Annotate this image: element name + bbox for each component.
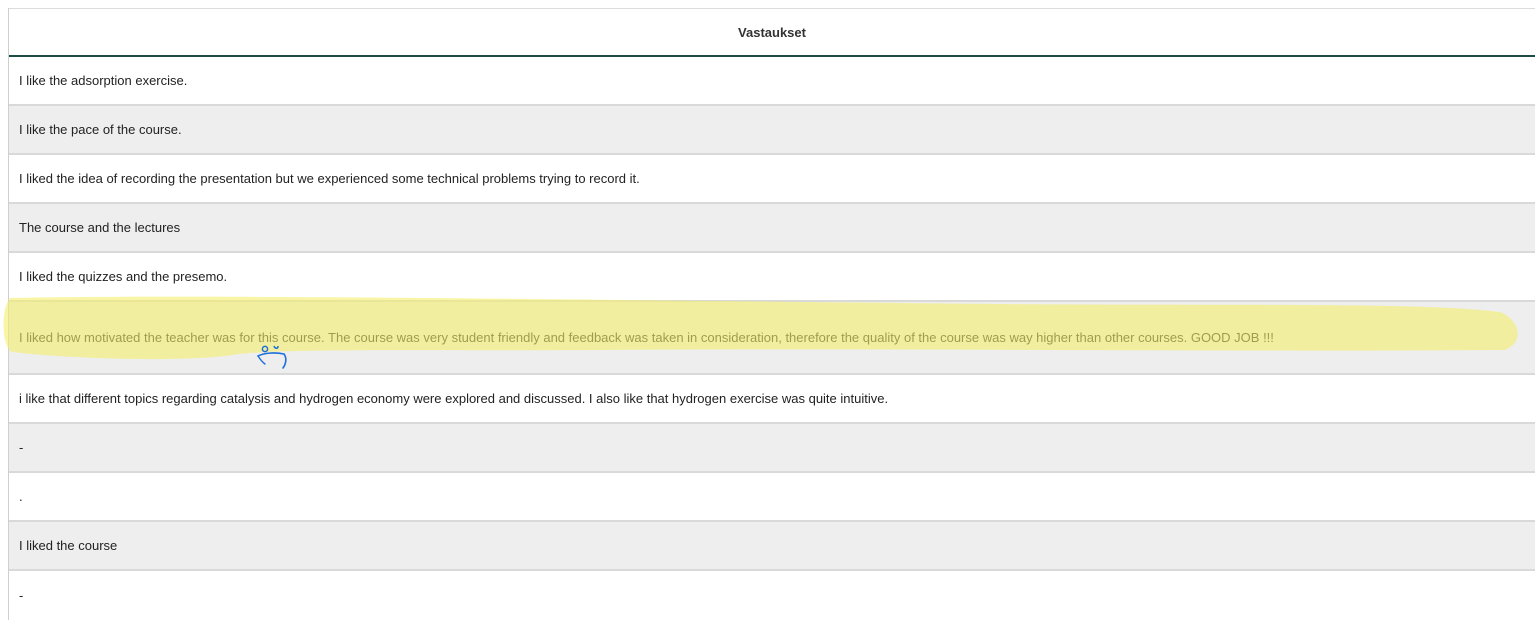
row-text: I liked how motivated the teacher was fo… xyxy=(19,330,1274,345)
answers-table: Vastaukset I like the adsorption exercis… xyxy=(8,8,1535,620)
row-text: I like the pace of the course. xyxy=(19,122,182,137)
row-text: I liked the idea of recording the presen… xyxy=(19,171,640,186)
table-row: The course and the lectures xyxy=(9,204,1535,253)
row-text: I like the adsorption exercise. xyxy=(19,73,188,88)
table-row: - xyxy=(9,571,1535,620)
row-text: - xyxy=(19,588,24,603)
table-row: i like that different topics regarding c… xyxy=(9,375,1535,424)
table-row: . xyxy=(9,473,1535,522)
row-text: I liked the quizzes and the presemo. xyxy=(19,269,228,284)
table-row: I like the adsorption exercise. xyxy=(9,57,1535,106)
column-header-answers: Vastaukset xyxy=(9,8,1535,57)
row-text: - xyxy=(19,440,24,455)
row-text: I liked the course xyxy=(19,538,118,553)
table-row: I liked the quizzes and the presemo. xyxy=(9,253,1535,302)
table-row: - xyxy=(9,424,1535,473)
table-row-highlighted: I liked how motivated the teacher was fo… xyxy=(9,302,1535,375)
row-text: . xyxy=(19,489,23,504)
table-row: I liked the idea of recording the presen… xyxy=(9,155,1535,204)
row-text: i like that different topics regarding c… xyxy=(19,391,889,406)
table-row: I like the pace of the course. xyxy=(9,106,1535,155)
table-row: I liked the course xyxy=(9,522,1535,571)
row-text: The course and the lectures xyxy=(19,220,181,235)
